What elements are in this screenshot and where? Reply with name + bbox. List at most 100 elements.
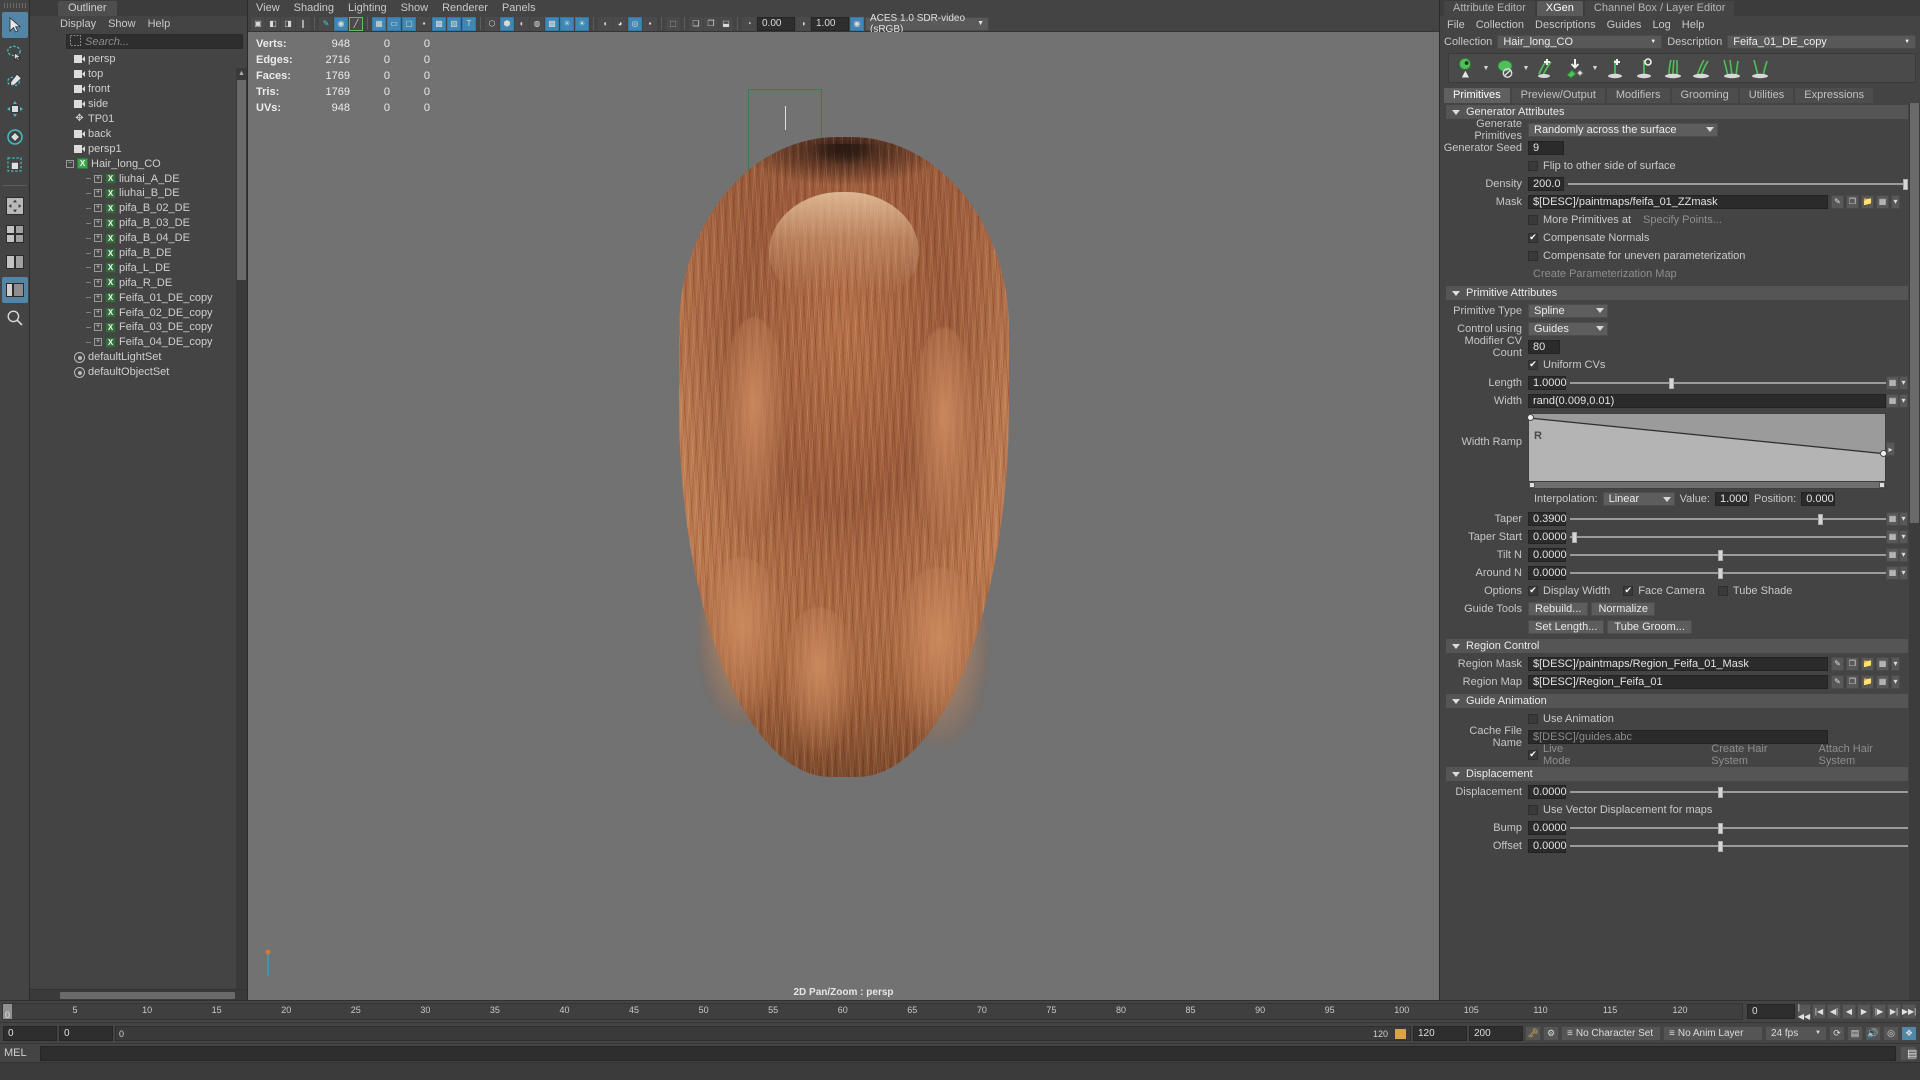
guide-animation-icon[interactable] xyxy=(1660,55,1686,81)
zoom-view-button[interactable] xyxy=(2,305,28,331)
step-back-keyframe-icon[interactable]: |◀ xyxy=(1812,1004,1826,1019)
select-guide-tool-icon[interactable] xyxy=(1631,55,1657,81)
scale-tool-button[interactable] xyxy=(2,152,28,178)
slider-handle[interactable] xyxy=(1718,823,1723,834)
play-forwards-icon[interactable]: ▶ xyxy=(1857,1004,1871,1019)
mask-copy-icon[interactable]: ❐ xyxy=(1846,195,1859,209)
chevron-down-icon[interactable]: ▾ xyxy=(1899,548,1908,562)
display-layer-a-icon[interactable]: ❏ xyxy=(689,17,703,31)
isolate-select-icon[interactable]: ◉ xyxy=(334,17,348,31)
collection-dropdown[interactable]: Hair_long_CO ▼ xyxy=(1497,35,1662,49)
no-view-transform-icon[interactable]: ⬓ xyxy=(719,17,733,31)
animation-settings-icon[interactable]: ◎ xyxy=(1883,1026,1899,1041)
step-forward-frame-icon[interactable]: |▶ xyxy=(1872,1004,1886,1019)
density-slider[interactable] xyxy=(1568,177,1908,191)
outliner-item-top[interactable]: top xyxy=(64,67,247,82)
layout-four-pane-button[interactable] xyxy=(2,221,28,247)
outliner-tab[interactable]: Outliner xyxy=(58,1,117,16)
outliner-item-hair_long_co[interactable]: −XHair_long_CO xyxy=(64,156,247,171)
region-mask-edit-icon[interactable]: ✎ xyxy=(1831,657,1844,671)
live-mode-checkbox[interactable]: ✔ xyxy=(1528,750,1538,760)
width-ramp-graph[interactable]: R xyxy=(1528,413,1886,481)
section-displacement[interactable]: Displacement xyxy=(1446,767,1908,781)
region-mask-folder-icon[interactable]: 📁 xyxy=(1861,657,1874,671)
mask-edit-icon[interactable]: ✎ xyxy=(1831,195,1844,209)
taper-slider[interactable] xyxy=(1570,512,1886,526)
rebuild-button[interactable]: Rebuild... xyxy=(1528,602,1588,616)
select-objects-icon[interactable]: ⬚ xyxy=(666,17,680,31)
ramp-marker-start[interactable] xyxy=(1529,482,1535,488)
command-input-field[interactable] xyxy=(40,1046,1896,1061)
region-mask-copy-icon[interactable]: ❐ xyxy=(1846,657,1859,671)
resolution-gate-icon[interactable]: ▢ xyxy=(402,17,416,31)
length-map-icon[interactable]: ▦ xyxy=(1886,376,1899,390)
around-n-field[interactable]: 0.0000 xyxy=(1528,566,1566,580)
tab-preview-output[interactable]: Preview/Output xyxy=(1512,88,1605,103)
outliner-item-pifa_b_02_de[interactable]: +Xpifa_B_02_DE xyxy=(64,201,247,216)
go-to-end-icon[interactable]: ▶▶| xyxy=(1902,1004,1916,1019)
ramp-marker-end[interactable] xyxy=(1879,482,1885,488)
outliner-item-pifa_b_04_de[interactable]: +Xpifa_B_04_DE xyxy=(64,231,247,246)
create-hair-system-button[interactable]: Create Hair System xyxy=(1711,743,1802,767)
xgen-attribute-body[interactable]: Generator Attributes Generate Primitives… xyxy=(1440,103,1920,1000)
script-editor-button[interactable]: ▤ xyxy=(1900,1046,1916,1061)
offset-slider[interactable] xyxy=(1570,839,1908,853)
expand-collapse-icon[interactable]: + xyxy=(94,219,102,227)
exposure-value-field[interactable]: 0.00 xyxy=(757,17,795,31)
outliner-item-pifa_r_de[interactable]: +Xpifa_R_DE xyxy=(64,275,247,290)
play-backwards-icon[interactable]: ◀ xyxy=(1842,1004,1856,1019)
guides-to-curves-icon[interactable] xyxy=(1689,55,1715,81)
hypergraph-icon[interactable]: ❖ xyxy=(1901,1026,1917,1041)
ramp-knob-end[interactable] xyxy=(1880,450,1887,457)
offset-field[interactable]: 0.0000 xyxy=(1528,839,1566,853)
wireframe-on-shaded-icon[interactable]: ▩ xyxy=(432,17,446,31)
bookmark-icon[interactable]: ❙ xyxy=(296,17,310,31)
taper-start-slider[interactable] xyxy=(1570,530,1886,544)
expand-collapse-icon[interactable]: + xyxy=(94,323,102,331)
region-map-folder-icon[interactable]: 📁 xyxy=(1861,675,1874,689)
expand-collapse-icon[interactable]: + xyxy=(94,264,102,272)
collapse-caret-icon[interactable] xyxy=(1452,644,1460,649)
around-n-slider[interactable] xyxy=(1570,566,1886,580)
slider-handle[interactable] xyxy=(1718,841,1723,852)
width-field[interactable]: rand(0.009,0.01) xyxy=(1528,394,1886,408)
mask-map-icon[interactable]: ▦ xyxy=(1876,195,1889,209)
toolbox-grip[interactable] xyxy=(4,3,26,8)
width-ramp-position-strip[interactable] xyxy=(1528,481,1886,489)
viewport-canvas[interactable]: Verts:94800Edges:271600Faces:176900Tris:… xyxy=(248,32,1439,1000)
xgen-menu-file[interactable]: File xyxy=(1447,19,1465,31)
slider-handle[interactable] xyxy=(1718,550,1723,561)
mask-field[interactable]: $[DESC]/paintmaps/feifa_01_ZZmask xyxy=(1528,195,1828,209)
outliner-item-pifa_l_de[interactable]: +Xpifa_L_DE xyxy=(64,260,247,275)
lasso-tool-button[interactable] xyxy=(2,40,28,66)
animation-end-time-field[interactable]: 0 xyxy=(59,1026,113,1041)
tab-grooming[interactable]: Grooming xyxy=(1672,88,1738,103)
chevron-down-icon[interactable]: ▾ xyxy=(1891,657,1900,671)
tube-shade-checkbox[interactable] xyxy=(1718,586,1728,596)
expand-collapse-icon[interactable]: + xyxy=(94,204,102,212)
face-camera-checkbox[interactable]: ✔ xyxy=(1623,586,1633,596)
width-map-icon[interactable]: ▦ xyxy=(1886,394,1899,408)
outliner-item-feifa_01_de_copy[interactable]: +XFeifa_01_DE_copy xyxy=(64,290,247,305)
expand-collapse-icon[interactable]: + xyxy=(94,175,102,183)
animation-start-time-field[interactable]: 0 xyxy=(3,1026,57,1041)
slider-handle[interactable] xyxy=(1718,568,1723,579)
collapse-caret-icon[interactable] xyxy=(1452,772,1460,777)
region-map-edit-icon[interactable]: ✎ xyxy=(1831,675,1844,689)
shaded-texture-icon[interactable]: ▨ xyxy=(447,17,461,31)
slider-handle[interactable] xyxy=(1903,179,1908,190)
compensate-normals-checkbox[interactable]: ✔ xyxy=(1528,233,1538,243)
xgen-menu-log[interactable]: Log xyxy=(1652,19,1670,31)
chevron-down-icon[interactable]: ▾ xyxy=(1899,376,1908,390)
xgen-menu-descriptions[interactable]: Descriptions xyxy=(1535,19,1596,31)
uniform-cvs-checkbox[interactable]: ✔ xyxy=(1528,360,1538,370)
collapse-caret-icon[interactable] xyxy=(1452,291,1460,296)
scroll-up-icon[interactable]: ▲ xyxy=(236,68,247,79)
fps-dropdown[interactable]: 24 fps ▼ xyxy=(1765,1026,1827,1041)
preview-refresh-icon[interactable] xyxy=(1453,55,1479,81)
xgen-panel-scrollbar[interactable] xyxy=(1909,103,1920,1000)
camera-attributes-icon[interactable]: ◧ xyxy=(266,17,280,31)
loop-playback-icon[interactable]: ⟳ xyxy=(1829,1026,1845,1041)
xgen-menu-collection[interactable]: Collection xyxy=(1476,19,1524,31)
collapse-caret-icon[interactable] xyxy=(1452,699,1460,704)
